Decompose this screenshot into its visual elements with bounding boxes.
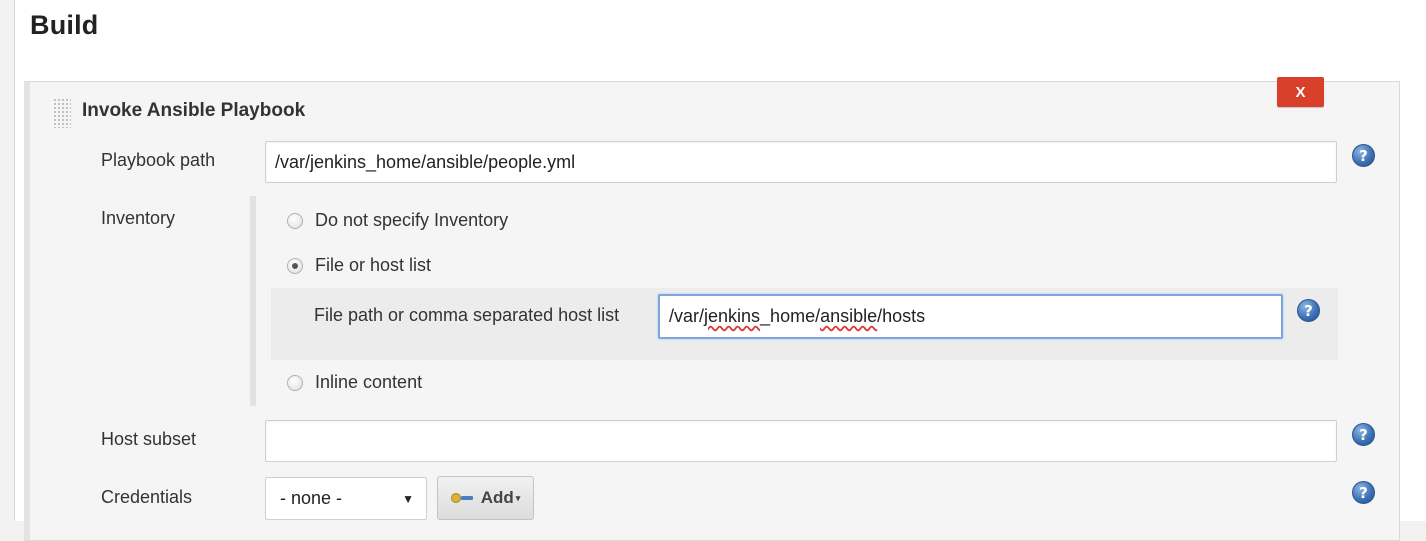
help-icon[interactable]: ? bbox=[1297, 299, 1320, 322]
add-credentials-button[interactable]: Add ▾ bbox=[437, 476, 534, 520]
step-title: Invoke Ansible Playbook bbox=[82, 100, 306, 121]
host-subset-label: Host subset bbox=[101, 429, 197, 449]
radio-inline-content[interactable]: Inline content bbox=[287, 372, 422, 393]
radio-file-or-host-list[interactable]: File or host list bbox=[287, 255, 431, 276]
add-button-label: Add bbox=[480, 488, 514, 507]
inventory-label: Inventory bbox=[101, 208, 176, 228]
chevron-down-icon: ▾ bbox=[515, 492, 521, 503]
radio-label: File or host list bbox=[315, 255, 432, 275]
playbook-path-label: Playbook path bbox=[101, 150, 216, 170]
credentials-label: Credentials bbox=[101, 487, 193, 507]
credentials-select[interactable]: - none - ▼ bbox=[265, 477, 427, 520]
file-path-value-part: ansible bbox=[820, 306, 878, 326]
file-path-value-part: /var/ bbox=[669, 306, 705, 326]
file-path-value-part: jenkins bbox=[704, 306, 761, 326]
chevron-down-icon: ▼ bbox=[402, 491, 414, 506]
radio-button[interactable] bbox=[287, 212, 303, 229]
file-path-input[interactable]: /var/jenkins _home/ansible/hosts bbox=[658, 294, 1283, 339]
file-path-label: File path or comma separated host list bbox=[314, 305, 620, 325]
file-path-value-part: _home/ bbox=[760, 306, 821, 326]
help-icon[interactable]: ? bbox=[1352, 423, 1375, 446]
help-icon[interactable]: ? bbox=[1352, 481, 1375, 504]
radio-label: Inline content bbox=[315, 372, 423, 392]
section-title: Build bbox=[30, 10, 99, 40]
key-icon bbox=[450, 493, 473, 503]
host-subset-input[interactable] bbox=[265, 420, 1337, 462]
delete-step-button[interactable]: X bbox=[1277, 77, 1324, 107]
radio-label: Do not specify Inventory bbox=[315, 210, 509, 230]
credentials-selected-value: - none - bbox=[280, 488, 343, 508]
file-path-value-part: /hosts bbox=[877, 306, 926, 326]
drag-handle-icon[interactable] bbox=[53, 98, 71, 128]
playbook-path-input[interactable]: /var/jenkins_home/ansible/people.yml bbox=[265, 141, 1337, 183]
radio-button-checked[interactable] bbox=[287, 257, 303, 274]
help-icon[interactable]: ? bbox=[1352, 144, 1375, 167]
radio-no-inventory[interactable]: Do not specify Inventory bbox=[287, 210, 508, 231]
radio-button[interactable] bbox=[287, 374, 303, 391]
